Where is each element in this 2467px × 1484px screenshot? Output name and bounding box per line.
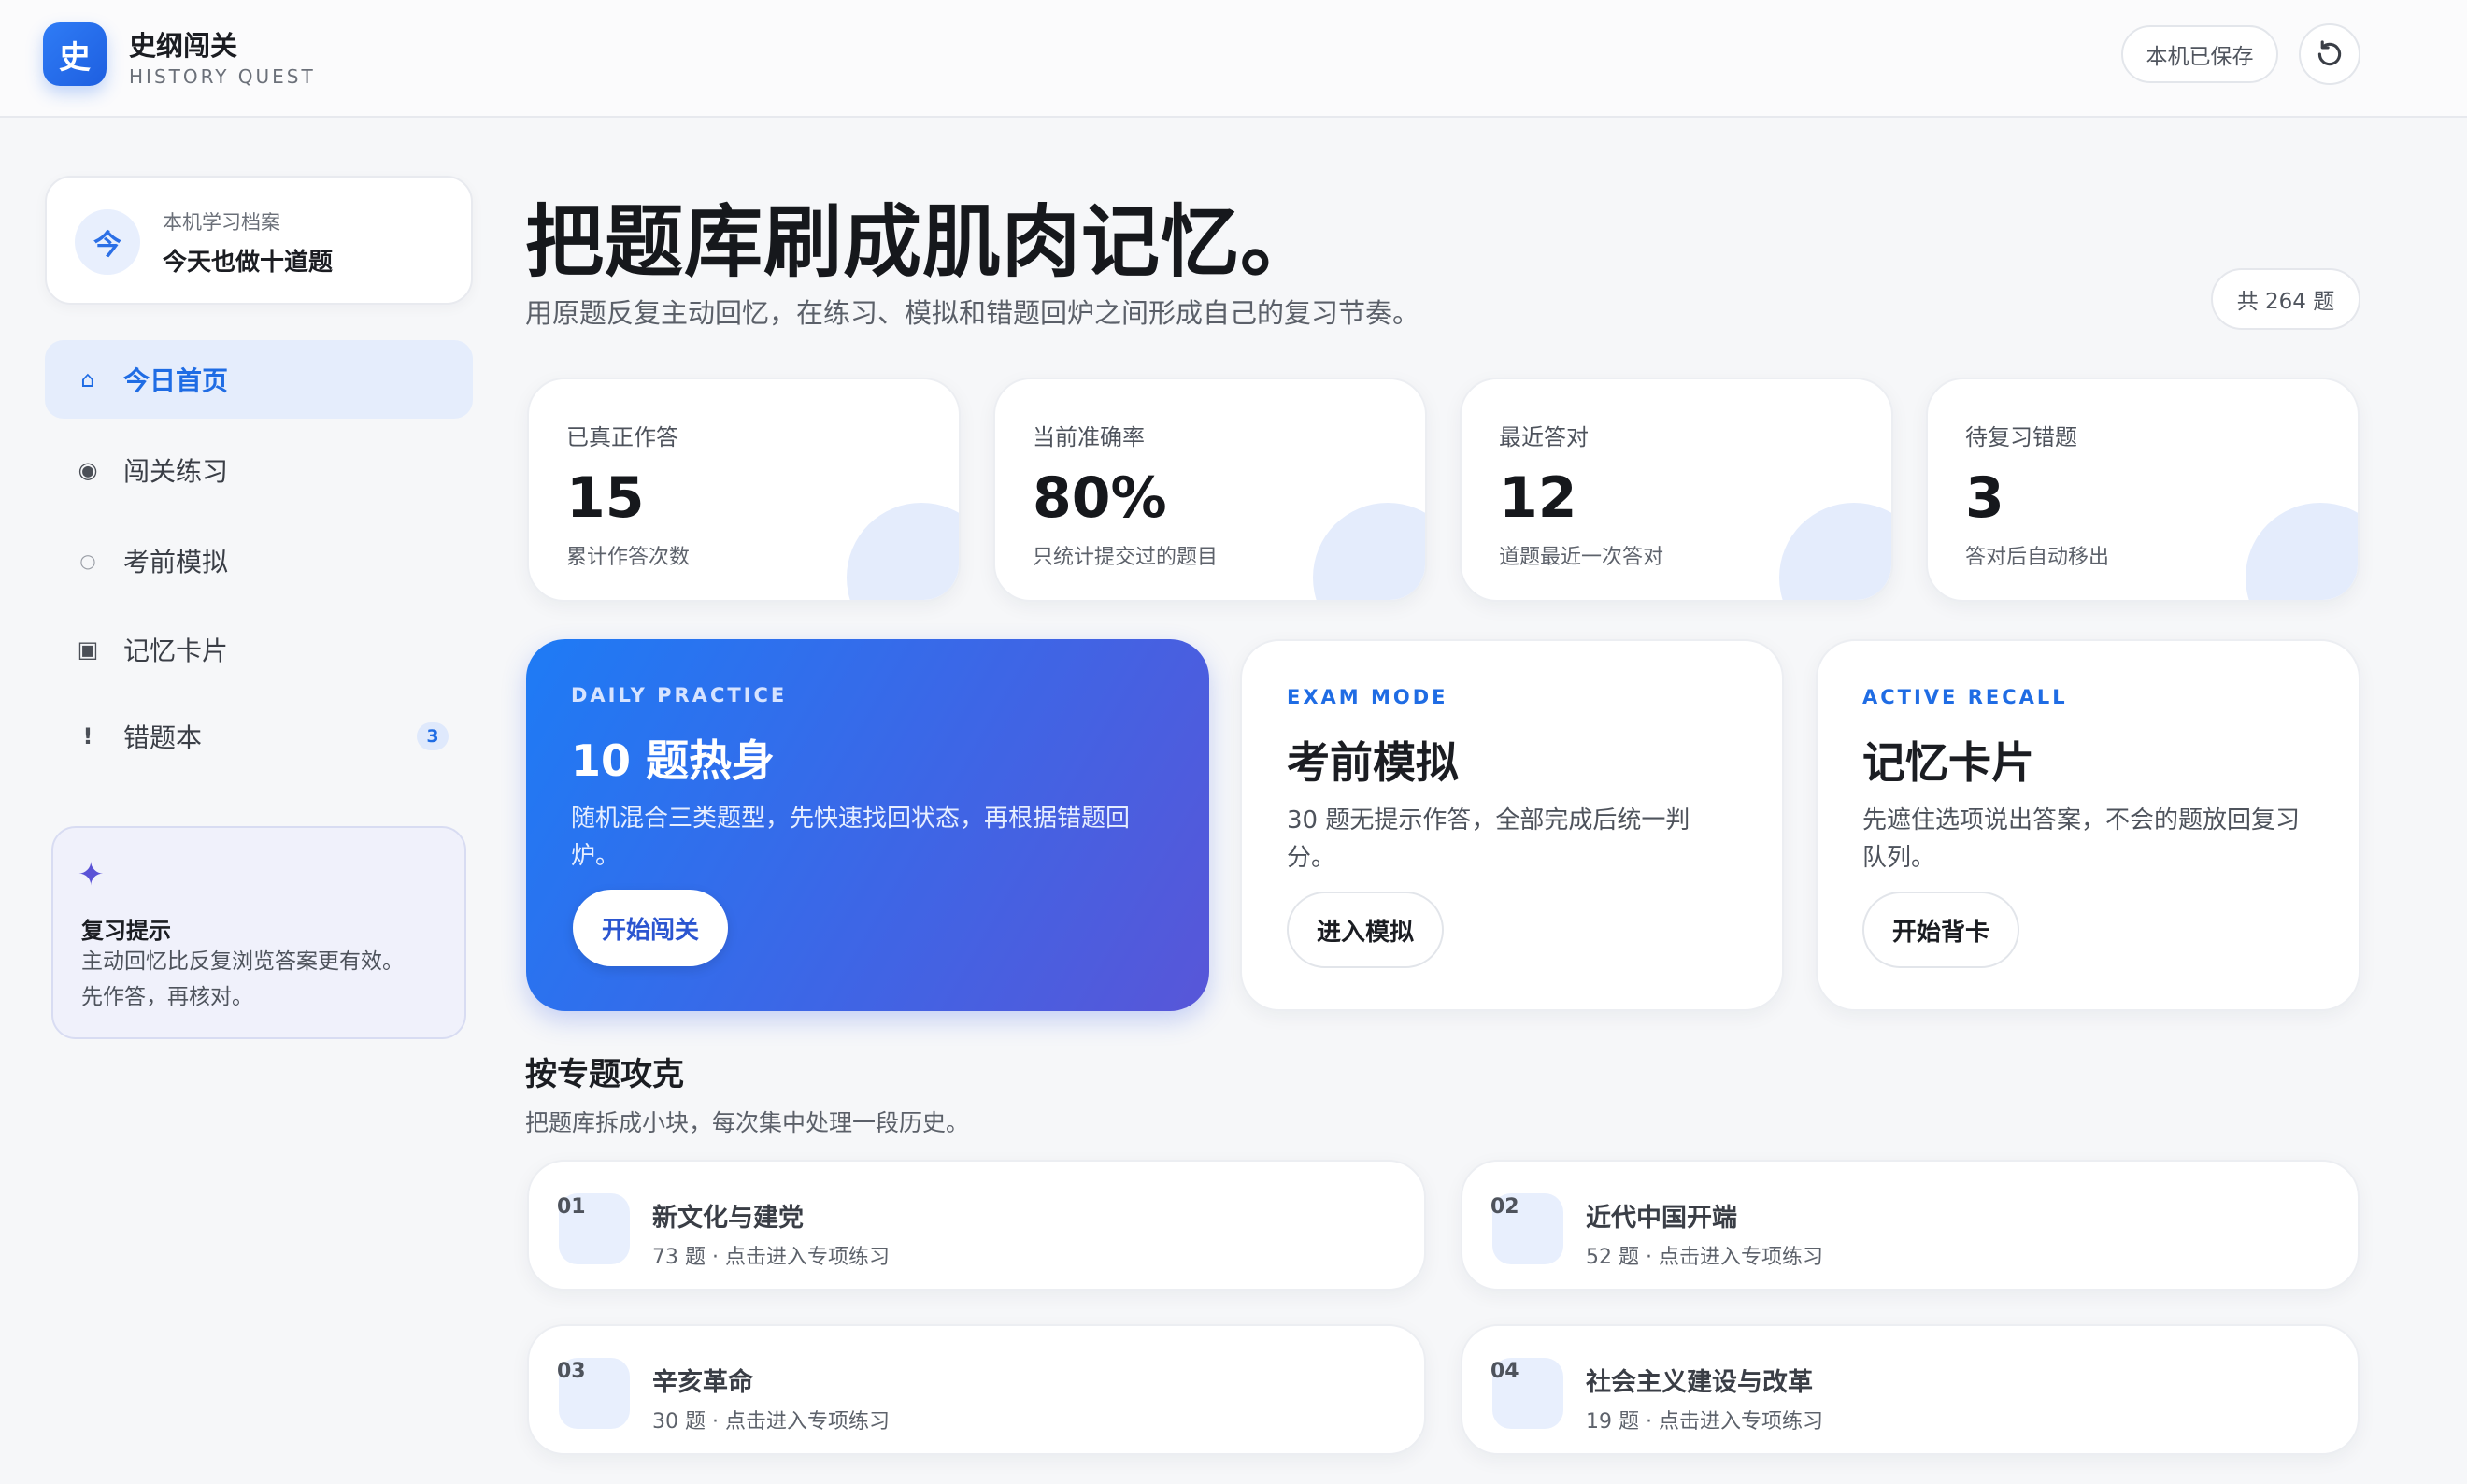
topic-name: 辛亥革命: [652, 1368, 753, 1397]
mode-kicker: ACTIVE RECALL: [1862, 686, 2068, 708]
mode-description-line: 随机混合三类题型，先快速找回状态，再根据错题回: [571, 805, 1131, 833]
topic-card[interactable]: 01 新文化与建党 73 题 · 点击进入专项练习: [527, 1160, 1426, 1291]
tip-text: 主动回忆比反复浏览答案更有效。 先作答，再核对。: [81, 944, 446, 1015]
topic-number: 02: [1490, 1195, 1519, 1219]
stat-label: 当前准确率: [1033, 424, 1145, 450]
enter-mock-exam-button[interactable]: 进入模拟: [1287, 892, 1444, 968]
stat-card-answered: 已真正作答 15 累计作答次数: [527, 378, 961, 602]
mistakes-count-badge: 3: [417, 722, 449, 750]
mode-description-line: 30 题无提示作答，全部完成后统一判: [1287, 806, 1690, 835]
avatar: 今: [75, 209, 140, 275]
mode-description: 30 题无提示作答，全部完成后统一判 分。: [1287, 802, 1754, 877]
page-title: 把题库刷成肌肉记忆。: [525, 196, 1320, 288]
refresh-icon: [2317, 40, 2342, 66]
sidebar-item-label: 记忆卡片: [123, 635, 229, 666]
topic-meta: 19 题 · 点击进入专项练习: [1586, 1410, 1823, 1434]
mode-description: 随机混合三类题型，先快速找回状态，再根据错题回 炉。: [571, 800, 1169, 875]
topic-name: 近代中国开端: [1586, 1204, 1737, 1233]
card-icon: ▣: [77, 636, 99, 663]
topic-name: 新文化与建党: [652, 1204, 804, 1233]
mode-kicker: DAILY PRACTICE: [571, 684, 788, 706]
sidebar-item-label: 错题本: [123, 722, 203, 753]
decorative-blob: [1779, 503, 1891, 600]
sidebar-item-mock-exam[interactable]: ○ 考前模拟: [45, 521, 473, 600]
sparkle-icon: ✦: [78, 856, 105, 893]
circle-icon: ○: [79, 549, 96, 572]
page-subtitle: 用原题反复主动回忆，在练习、模拟和错题回炉之间形成自己的复习节奏。: [525, 297, 1420, 329]
review-tip-card: ✦ 复习提示 主动回忆比反复浏览答案更有效。 先作答，再核对。: [51, 826, 466, 1039]
stat-card-pending-review: 待复习错题 3 答对后自动移出: [1926, 378, 2360, 602]
sidebar-item-label: 闯关练习: [123, 456, 229, 487]
section-subtitle: 把题库拆成小块，每次集中处理一段历史。: [525, 1109, 970, 1136]
stat-label: 已真正作答: [566, 424, 678, 450]
decorative-blob: [1313, 503, 1425, 600]
tip-text-line: 先作答，再核对。: [81, 985, 253, 1009]
topic-meta: 30 题 · 点击进入专项练习: [652, 1410, 890, 1434]
topic-card[interactable]: 02 近代中国开端 52 题 · 点击进入专项练习: [1461, 1160, 2360, 1291]
decorative-blob: [2246, 503, 2358, 600]
start-flashcards-button[interactable]: 开始背卡: [1862, 892, 2019, 968]
topic-meta: 52 题 · 点击进入专项练习: [1586, 1246, 1823, 1269]
stat-note: 只统计提交过的题目: [1033, 546, 1219, 569]
profile-card[interactable]: 今 本机学习档案 今天也做十道题: [45, 176, 473, 305]
start-practice-button[interactable]: 开始闯关: [573, 890, 728, 966]
profile-label: 本机学习档案: [163, 211, 280, 234]
saved-status-button[interactable]: 本机已保存: [2121, 25, 2278, 83]
mode-description-line: 队列。: [1862, 844, 1936, 872]
refresh-button[interactable]: [2299, 23, 2360, 85]
topic-meta: 73 题 · 点击进入专项练习: [652, 1246, 890, 1269]
app-title: 史纲闯关: [129, 30, 238, 62]
sidebar-item-home[interactable]: ⌂ 今日首页: [45, 340, 473, 419]
app-logo: 史: [43, 22, 107, 86]
stat-label: 待复习错题: [1965, 424, 2077, 450]
stat-value: 12: [1499, 465, 1577, 531]
topic-card[interactable]: 03 辛亥革命 30 题 · 点击进入专项练习: [527, 1324, 1426, 1455]
tip-title: 复习提示: [81, 918, 171, 944]
stat-value: 80%: [1033, 465, 1167, 531]
mode-description: 先遮住选项说出答案，不会的题放回复习 队列。: [1862, 802, 2330, 877]
sidebar-item-label: 考前模拟: [123, 547, 229, 578]
topic-number: 04: [1490, 1360, 1519, 1383]
daily-practice-card[interactable]: DAILY PRACTICE 10 题热身 随机混合三类题型，先快速找回状态，再…: [526, 639, 1209, 1011]
exam-mode-card[interactable]: EXAM MODE 考前模拟 30 题无提示作答，全部完成后统一判 分。 进入模…: [1240, 639, 1784, 1011]
mode-title: 考前模拟: [1287, 737, 1459, 788]
mode-description-line: 先遮住选项说出答案，不会的题放回复习: [1862, 806, 2301, 835]
stat-value: 15: [566, 465, 645, 531]
mode-description-line: 炉。: [571, 842, 620, 870]
section-title: 按专题攻克: [525, 1056, 684, 1093]
topic-card[interactable]: 04 社会主义建设与改革 19 题 · 点击进入专项练习: [1461, 1324, 2360, 1455]
topic-name: 社会主义建设与改革: [1586, 1368, 1813, 1397]
target-icon: ◉: [78, 457, 98, 483]
sidebar-item-practice[interactable]: ◉ 闯关练习: [45, 431, 473, 509]
total-questions-badge: 共 264 题: [2211, 268, 2360, 330]
sidebar-item-flashcards[interactable]: ▣ 记忆卡片: [45, 610, 473, 689]
sidebar-item-label: 今日首页: [123, 365, 229, 396]
mode-description-line: 分。: [1287, 844, 1336, 872]
stat-card-accuracy: 当前准确率 80% 只统计提交过的题目: [993, 378, 1427, 602]
top-bar: 史 史纲闯关 HISTORY QUEST 本机已保存: [0, 0, 2467, 118]
profile-title: 今天也做十道题: [163, 249, 334, 277]
alert-icon: !: [82, 723, 93, 749]
decorative-blob: [847, 503, 959, 600]
stat-note: 累计作答次数: [566, 546, 691, 569]
mode-title: 10 题热身: [571, 735, 776, 786]
mode-kicker: EXAM MODE: [1287, 686, 1448, 708]
topic-number: 03: [557, 1360, 586, 1383]
home-icon: ⌂: [80, 366, 95, 392]
stat-label: 最近答对: [1499, 424, 1589, 450]
mode-title: 记忆卡片: [1862, 737, 2034, 788]
stat-note: 道题最近一次答对: [1499, 546, 1664, 569]
sidebar-item-mistakes[interactable]: ! 错题本 3: [45, 697, 473, 776]
app-subtitle: HISTORY QUEST: [129, 65, 316, 88]
stat-value: 3: [1965, 465, 2004, 531]
stat-note: 答对后自动移出: [1965, 546, 2110, 569]
tip-text-line: 主动回忆比反复浏览答案更有效。: [81, 949, 404, 974]
topic-number: 01: [557, 1195, 586, 1219]
stat-card-recent-correct: 最近答对 12 道题最近一次答对: [1460, 378, 1893, 602]
flashcards-card[interactable]: ACTIVE RECALL 记忆卡片 先遮住选项说出答案，不会的题放回复习 队列…: [1816, 639, 2360, 1011]
